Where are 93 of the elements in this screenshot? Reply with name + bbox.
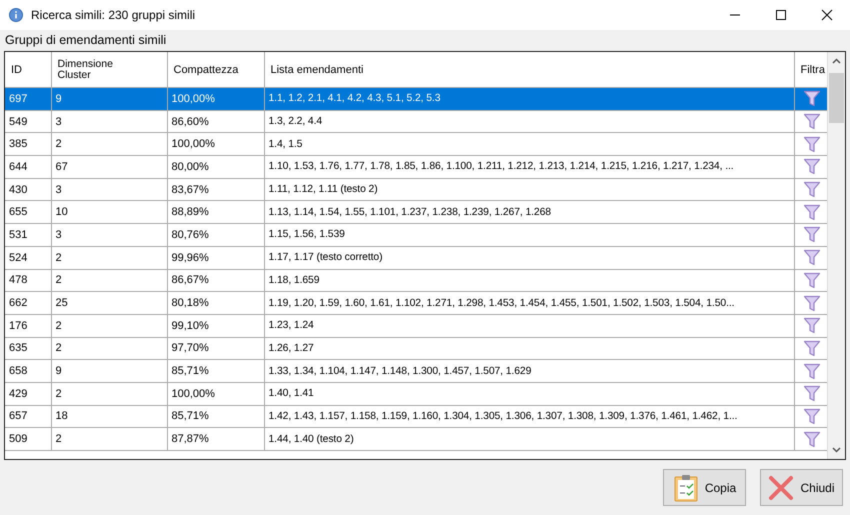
funnel-icon[interactable]: [802, 294, 820, 312]
table-cell: 2: [51, 428, 167, 450]
funnel-icon[interactable]: [802, 385, 820, 402]
funnel-icon[interactable]: [802, 317, 820, 334]
funnel-icon[interactable]: [802, 340, 820, 357]
funnel-icon[interactable]: [802, 249, 820, 266]
table-cell: 2: [51, 382, 167, 406]
table-cell: 3: [51, 110, 167, 133]
table-cell: 2: [51, 246, 167, 269]
table-cell: 3: [51, 224, 167, 246]
close-dialog-button[interactable]: Chiudi: [760, 469, 843, 506]
table-cell: 18: [51, 405, 167, 428]
table-cell: 86,67%: [167, 269, 264, 292]
table-cell: 88,89%: [167, 200, 264, 224]
table-cell: 100,00%: [167, 382, 264, 406]
table-cell: 1.1, 1.2, 2.1, 4.1, 4.2, 4.3, 5.1, 5.2, 5.3: [264, 88, 794, 110]
table-cell: 655: [5, 200, 51, 224]
funnel-icon[interactable]: [802, 113, 820, 130]
funnel-icon[interactable]: [802, 430, 820, 448]
table-cell: 83,67%: [167, 178, 264, 201]
funnel-icon[interactable]: [802, 204, 820, 221]
table-cell: 697: [5, 88, 51, 110]
table-cell: 97,70%: [167, 337, 264, 360]
table-cell: 1.19, 1.20, 1.59, 1.60, 1.61, 1.102, 1.271, 1.298, 1.453, 1.454, 1.455, 1.501, 1.502, 1.503, 1.504, 1.50...: [264, 292, 794, 314]
table-cell: 657: [5, 405, 51, 428]
table-cell: 176: [5, 314, 51, 338]
table-cell: 2: [51, 314, 167, 338]
table-cell: 524: [5, 246, 51, 269]
table-cell: 429: [5, 382, 51, 406]
cross-icon: [768, 474, 794, 502]
table-cell: 100,00%: [167, 88, 264, 110]
scrollbar[interactable]: [827, 52, 845, 459]
scroll-up-icon[interactable]: [832, 58, 841, 64]
table-cell: 635: [5, 337, 51, 360]
table-cell: 1.15, 1.56, 1.539: [264, 224, 794, 246]
table-cell: 80,00%: [167, 156, 264, 178]
table-cell: 10: [51, 200, 167, 224]
close-icon[interactable]: [821, 9, 833, 21]
table-cell: 9: [51, 360, 167, 382]
clipboard-icon: [672, 474, 699, 502]
table-cell: 2: [51, 269, 167, 292]
funnel-icon[interactable]: [802, 136, 820, 153]
table-cell: 1.42, 1.43, 1.157, 1.158, 1.159, 1.160, 1.304, 1.305, 1.306, 1.307, 1.308, 1.309, 1.376, 1.461, 1.462, 1...: [264, 405, 794, 428]
table-cell: 1.13, 1.14, 1.54, 1.55, 1.101, 1.237, 1.238, 1.239, 1.267, 1.268: [264, 200, 794, 224]
scrollbar-thumb[interactable]: [829, 73, 844, 123]
table-cell: 80,18%: [167, 292, 264, 314]
table-cell: 9: [51, 88, 167, 110]
table-cell: 658: [5, 360, 51, 382]
table-cell: 1.3, 2.2, 4.4: [264, 110, 794, 133]
table-cell: 87,87%: [167, 428, 264, 450]
funnel-icon[interactable]: [802, 272, 820, 289]
table-cell: 1.11, 1.12, 1.11 (testo 2): [264, 178, 794, 201]
table-cell: 1.40, 1.41: [264, 382, 794, 406]
table-cell: 86,60%: [167, 110, 264, 133]
table-cell: 80,76%: [167, 224, 264, 246]
table-cell: 2: [51, 132, 167, 156]
table-cell: 509: [5, 428, 51, 450]
table-cell: 531: [5, 224, 51, 246]
maximize-icon[interactable]: [775, 9, 787, 21]
table-cell: 430: [5, 178, 51, 201]
table-cell: 1.23, 1.24: [264, 314, 794, 338]
table-cell: 1.17, 1.17 (testo corretto): [264, 246, 794, 269]
table-cell: 1.10, 1.53, 1.76, 1.77, 1.78, 1.85, 1.86, 1.100, 1.211, 1.212, 1.213, 1.214, 1.215, 1.216, 1.217, 1.234, ...: [264, 156, 794, 178]
funnel-icon[interactable]: [802, 362, 820, 380]
table-cell: 2: [51, 337, 167, 360]
group-label: Gruppi di emendamenti simili: [4, 32, 166, 49]
funnel-icon[interactable]: [802, 408, 820, 425]
table-cell: 99,10%: [167, 314, 264, 338]
funnel-icon[interactable]: [802, 158, 820, 176]
table-cell: 99,96%: [167, 246, 264, 269]
table-cell: 25: [51, 292, 167, 314]
table-cell: 100,00%: [167, 132, 264, 156]
table-cell: 1.26, 1.27: [264, 337, 794, 360]
table-cell: 3: [51, 178, 167, 201]
funnel-icon[interactable]: [802, 181, 820, 198]
table-cell: 662: [5, 292, 51, 314]
table-cell: 85,71%: [167, 405, 264, 428]
funnel-icon[interactable]: [802, 226, 820, 244]
table-cell: 385: [5, 132, 51, 156]
table-cell: 1.44, 1.40 (testo 2): [264, 428, 794, 450]
table-cell: 549: [5, 110, 51, 133]
funnel-icon[interactable]: [802, 90, 820, 108]
info-icon: [9, 8, 23, 22]
copy-button[interactable]: Copia: [663, 469, 746, 506]
table-cell: 1.4, 1.5: [264, 132, 794, 156]
table-cell: 1.33, 1.34, 1.104, 1.147, 1.148, 1.300, 1.457, 1.507, 1.629: [264, 360, 794, 382]
table-cell: 478: [5, 269, 51, 292]
table-cell: 644: [5, 156, 51, 178]
table-cell: 1.18, 1.659: [264, 269, 794, 292]
table-cell: 67: [51, 156, 167, 178]
scroll-down-icon[interactable]: [832, 447, 841, 453]
window-title: Ricerca simili: 230 gruppi simili: [31, 8, 196, 22]
table-cell: 85,71%: [167, 360, 264, 382]
